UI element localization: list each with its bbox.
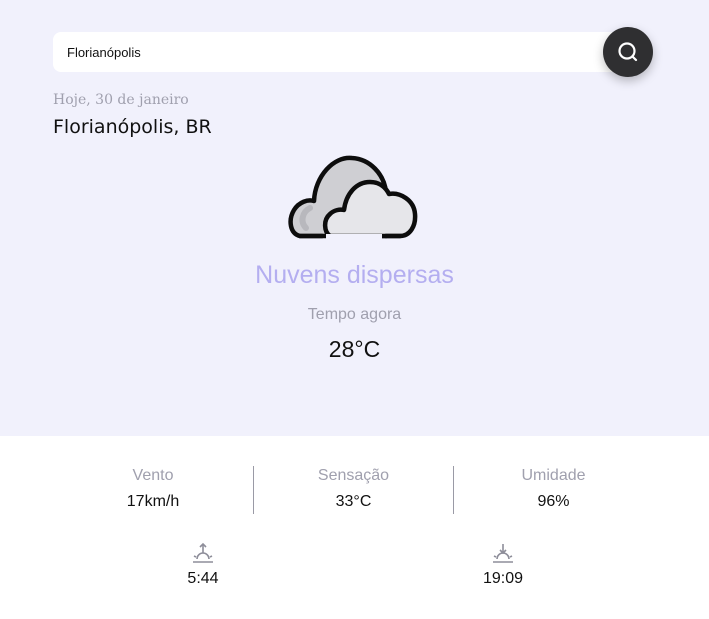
stat-label: Vento bbox=[132, 467, 174, 484]
search-input[interactable] bbox=[67, 32, 587, 72]
weather-stats: Vento 17km/h Sensação 33°C Umidade 96% bbox=[53, 466, 653, 514]
sunrise: 5:44 bbox=[163, 541, 243, 588]
stat-label: Sensação bbox=[317, 467, 390, 484]
cloud-icon bbox=[288, 155, 418, 242]
stat-feels-like: Sensação 33°C bbox=[253, 466, 453, 514]
sunset-time: 19:09 bbox=[482, 570, 524, 587]
stat-humidity: Umidade 96% bbox=[453, 466, 653, 514]
search-icon bbox=[618, 42, 638, 62]
search-button[interactable] bbox=[603, 27, 653, 77]
current-date: Hoje, 30 de janeiro bbox=[53, 92, 189, 108]
stat-value: 17km/h bbox=[126, 493, 180, 510]
search-bar bbox=[53, 32, 625, 72]
weather-condition: Nuvens dispersas bbox=[255, 261, 454, 289]
stat-value: 96% bbox=[537, 493, 570, 510]
sunset-icon bbox=[493, 544, 513, 563]
now-label: Tempo agora bbox=[307, 306, 402, 323]
stat-wind: Vento 17km/h bbox=[53, 466, 253, 514]
sunset: 19:09 bbox=[463, 541, 543, 588]
stat-value: 33°C bbox=[335, 493, 372, 510]
current-temperature: 28°C bbox=[328, 336, 381, 362]
city-name: Florianópolis, BR bbox=[53, 116, 212, 138]
sunrise-icon bbox=[193, 542, 213, 563]
sunrise-time: 5:44 bbox=[187, 570, 219, 587]
stat-label: Umidade bbox=[521, 467, 586, 484]
